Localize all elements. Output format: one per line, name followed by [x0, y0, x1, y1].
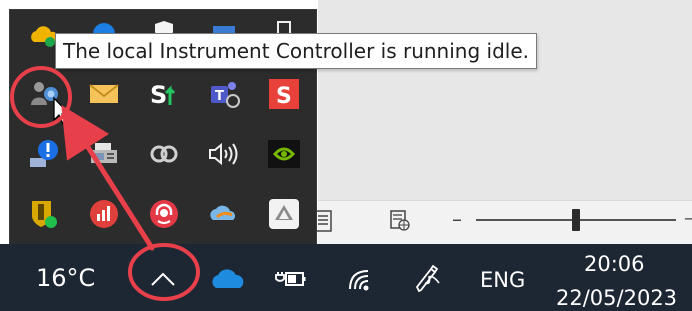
pen-menu-icon[interactable]	[409, 262, 445, 296]
svg-text:S: S	[150, 81, 167, 109]
svg-text:T: T	[215, 89, 224, 104]
show-hidden-icons-chevron-icon[interactable]	[145, 261, 181, 297]
fax-printer-icon[interactable]	[84, 134, 124, 174]
sumatra-s-icon[interactable]: S	[264, 74, 304, 114]
mail-icon[interactable]	[84, 74, 124, 114]
instrument-controller-icon[interactable]	[24, 74, 64, 114]
screen: – –	[0, 0, 692, 311]
onedrive-icon[interactable]	[207, 264, 249, 294]
weather-temperature[interactable]: 16°C	[36, 264, 95, 292]
volume-icon[interactable]	[204, 134, 244, 174]
google-drive-icon[interactable]	[264, 194, 304, 234]
status-bar	[318, 200, 692, 249]
zoom-in-icon[interactable]: –	[684, 206, 692, 232]
cloud-sync-icon[interactable]	[204, 194, 244, 234]
input-language-indicator[interactable]: ENG	[480, 268, 525, 292]
support-headset-icon[interactable]	[144, 194, 184, 234]
creative-cloud-icon[interactable]	[144, 134, 184, 174]
speedtest-icon[interactable]: S	[144, 74, 184, 114]
wifi-icon[interactable]	[344, 264, 378, 294]
tray-tooltip: The local Instrument Controller is runni…	[55, 33, 537, 69]
web-layout-icon[interactable]	[389, 210, 411, 232]
clock-time[interactable]: 20:06	[584, 252, 645, 276]
clock-date[interactable]: 22/05/2023	[556, 286, 677, 310]
analytics-app-icon[interactable]	[84, 194, 124, 234]
taskbar: 16°C ENG 20:06 22/05/2023	[0, 244, 692, 311]
svg-text:S: S	[276, 84, 292, 109]
zoom-out-icon[interactable]: –	[446, 206, 468, 232]
shield-tool-icon[interactable]	[24, 194, 64, 234]
nvidia-icon[interactable]	[264, 134, 304, 174]
battery-charging-icon[interactable]	[274, 264, 308, 294]
network-alert-icon[interactable]	[24, 134, 64, 174]
zoom-slider-thumb[interactable]	[572, 209, 580, 231]
teams-icon[interactable]: T	[204, 74, 244, 114]
